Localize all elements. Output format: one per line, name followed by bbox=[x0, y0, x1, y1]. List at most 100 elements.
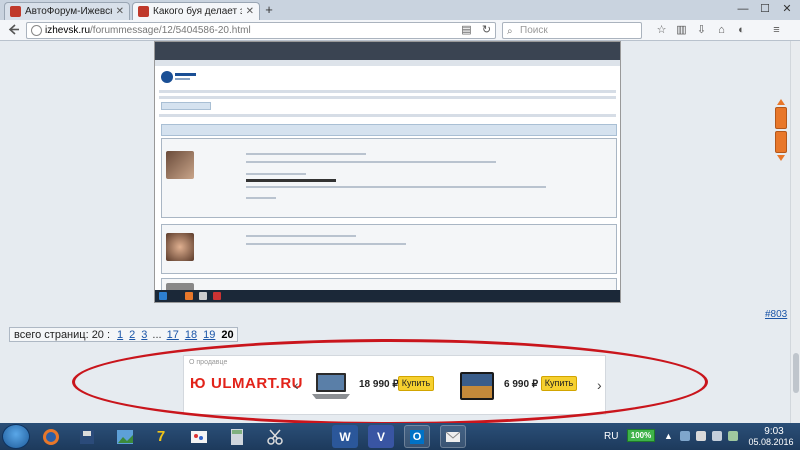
post-number-link[interactable]: #803 bbox=[765, 309, 787, 320]
ad-brand[interactable]: ULMART.RU bbox=[211, 375, 303, 392]
close-window-button[interactable]: ✕ bbox=[776, 0, 798, 18]
pocket-icon[interactable]: ◐ bbox=[735, 24, 748, 37]
reload-icon[interactable]: ↻ bbox=[480, 24, 493, 37]
pagination: всего страниц: 20 : 1 2 3 ... 17 18 19 2… bbox=[9, 327, 238, 342]
tab-strip: АвтоФорум-Ижевск : Ма... ✕ Какого буя де… bbox=[0, 0, 800, 20]
tray-chevron-icon[interactable]: ▲ bbox=[664, 431, 674, 441]
bookmarks-list-icon[interactable]: ▥ bbox=[675, 24, 688, 37]
screenshot-text-line bbox=[246, 235, 356, 237]
screenshot-toolbar bbox=[161, 102, 211, 110]
page-link[interactable]: 18 bbox=[182, 329, 200, 341]
site-favicon-icon bbox=[138, 6, 149, 17]
page-link[interactable]: 2 bbox=[126, 329, 138, 341]
tab-title: Какого буя делает закрыт... bbox=[153, 6, 242, 17]
image-icon bbox=[117, 429, 133, 444]
search-icon: ⌕ bbox=[507, 26, 513, 37]
flag-icon[interactable] bbox=[696, 431, 706, 441]
screenshot-thread-header bbox=[161, 124, 617, 136]
screenshot-taskbar-icon bbox=[159, 292, 167, 300]
scroll-up-arrow-icon[interactable] bbox=[777, 99, 785, 105]
page-link[interactable]: 1 bbox=[114, 329, 126, 341]
new-tab-button[interactable]: + bbox=[262, 3, 276, 17]
page-link[interactable]: 3 bbox=[138, 329, 150, 341]
input-language[interactable]: RU bbox=[604, 431, 618, 442]
screenshot-browser-header bbox=[155, 42, 620, 60]
firefox-icon bbox=[43, 428, 59, 445]
product-price: 6 990 ₽ bbox=[504, 379, 539, 390]
visio-taskbar-icon[interactable]: V bbox=[368, 425, 394, 448]
image-viewer-taskbar-icon[interactable] bbox=[112, 425, 138, 448]
screenshot-post bbox=[161, 138, 617, 218]
search-input[interactable]: ⌕ Поиск bbox=[502, 22, 642, 39]
scroll-down-arrow-icon[interactable] bbox=[777, 155, 785, 161]
outlook-taskbar-icon[interactable]: O bbox=[404, 425, 430, 448]
mail-icon bbox=[445, 431, 461, 442]
ad-label: О продавце bbox=[189, 359, 228, 366]
tablet-image[interactable] bbox=[456, 370, 498, 402]
word-taskbar-icon[interactable]: W bbox=[332, 425, 358, 448]
windows-taskbar: 7 W V O RU 100% ▲ 9:03 05.08.2016 bbox=[0, 423, 800, 450]
site-info-icon[interactable] bbox=[31, 25, 42, 36]
clock-time[interactable]: 9:03 bbox=[754, 426, 794, 437]
screenshot-post bbox=[161, 224, 617, 274]
buy-button[interactable]: Купить bbox=[541, 376, 577, 391]
mail-taskbar-icon[interactable] bbox=[440, 425, 466, 448]
screenshot-taskbar-icon bbox=[199, 292, 207, 300]
screenshot-taskbar-icon bbox=[213, 292, 221, 300]
side-tab-down[interactable] bbox=[775, 131, 787, 153]
buy-button[interactable]: Купить bbox=[398, 376, 434, 391]
ad-banner[interactable]: О продавце Ю ULMART.RU ‹ 18 990 ₽ Купить… bbox=[183, 355, 606, 415]
laptop-image[interactable] bbox=[310, 370, 352, 402]
tab-autoforum[interactable]: АвтоФорум-Ижевск : Ма... ✕ bbox=[4, 2, 130, 20]
pagination-ellipsis: ... bbox=[152, 328, 162, 341]
clock-date[interactable]: 05.08.2016 bbox=[746, 437, 796, 447]
close-tab-icon[interactable]: ✕ bbox=[246, 6, 254, 17]
page-content: #803 всего страниц: 20 : 1 2 3 ... 17 18… bbox=[0, 41, 800, 423]
home-icon[interactable]: ⌂ bbox=[715, 24, 728, 37]
calculator-icon bbox=[231, 428, 243, 445]
7zip-taskbar-icon[interactable]: 7 bbox=[148, 425, 174, 448]
site-favicon-icon bbox=[10, 6, 21, 17]
tab-title: АвтоФорум-Ижевск : Ма... bbox=[25, 6, 112, 17]
save-taskbar-icon[interactable] bbox=[74, 425, 100, 448]
firefox-taskbar-icon[interactable] bbox=[38, 425, 64, 448]
tab-current-thread[interactable]: Какого буя делает закрыт... ✕ bbox=[132, 2, 260, 20]
back-button[interactable] bbox=[6, 23, 21, 38]
pagination-label: всего страниц: 20 : bbox=[14, 328, 111, 341]
screenshot-avatar bbox=[166, 151, 194, 179]
scrollbar-thumb[interactable] bbox=[793, 353, 799, 393]
minimize-button[interactable]: — bbox=[732, 0, 754, 18]
address-bar[interactable]: izhevsk.ru/forummessage/12/5404586-20.ht… bbox=[26, 22, 496, 39]
paint-taskbar-icon[interactable] bbox=[186, 425, 212, 448]
navigation-bar: izhevsk.ru/forummessage/12/5404586-20.ht… bbox=[0, 20, 800, 41]
screenshot-text-line bbox=[246, 153, 366, 155]
power-icon[interactable] bbox=[728, 431, 738, 441]
screenshot-text-line bbox=[246, 186, 546, 188]
carousel-next-icon[interactable]: › bbox=[597, 377, 602, 393]
screenshot-text-line bbox=[246, 197, 276, 199]
page-link[interactable]: 19 bbox=[200, 329, 218, 341]
screenshot-bookmarks-bar bbox=[155, 60, 620, 66]
screenshot-tool-taskbar-icon[interactable] bbox=[262, 425, 288, 448]
calculator-taskbar-icon[interactable] bbox=[224, 425, 250, 448]
volume-icon[interactable] bbox=[712, 431, 722, 441]
bookmark-star-icon[interactable]: ☆ bbox=[655, 24, 668, 37]
page-link[interactable]: 17 bbox=[164, 329, 182, 341]
paint-icon bbox=[191, 430, 207, 443]
downloads-icon[interactable]: ⇩ bbox=[695, 24, 708, 37]
side-tab-up[interactable] bbox=[775, 107, 787, 129]
screenshot-forum-logo bbox=[161, 71, 196, 83]
screenshot-line bbox=[159, 114, 616, 117]
url-path: /forummessage/12/5404586-20.html bbox=[90, 25, 251, 36]
battery-indicator[interactable]: 100% bbox=[627, 429, 655, 442]
start-button[interactable] bbox=[2, 424, 30, 449]
close-tab-icon[interactable]: ✕ bbox=[116, 6, 124, 17]
page-scrollbar[interactable] bbox=[790, 41, 800, 423]
floppy-icon bbox=[80, 429, 94, 444]
maximize-button[interactable]: ☐ bbox=[754, 0, 776, 18]
reader-view-icon[interactable]: ▤ bbox=[460, 24, 473, 37]
carousel-prev-icon[interactable]: ‹ bbox=[294, 377, 299, 393]
network-icon[interactable] bbox=[680, 431, 690, 441]
menu-icon[interactable]: ≡ bbox=[770, 24, 783, 37]
outlook-icon: O bbox=[409, 429, 425, 444]
